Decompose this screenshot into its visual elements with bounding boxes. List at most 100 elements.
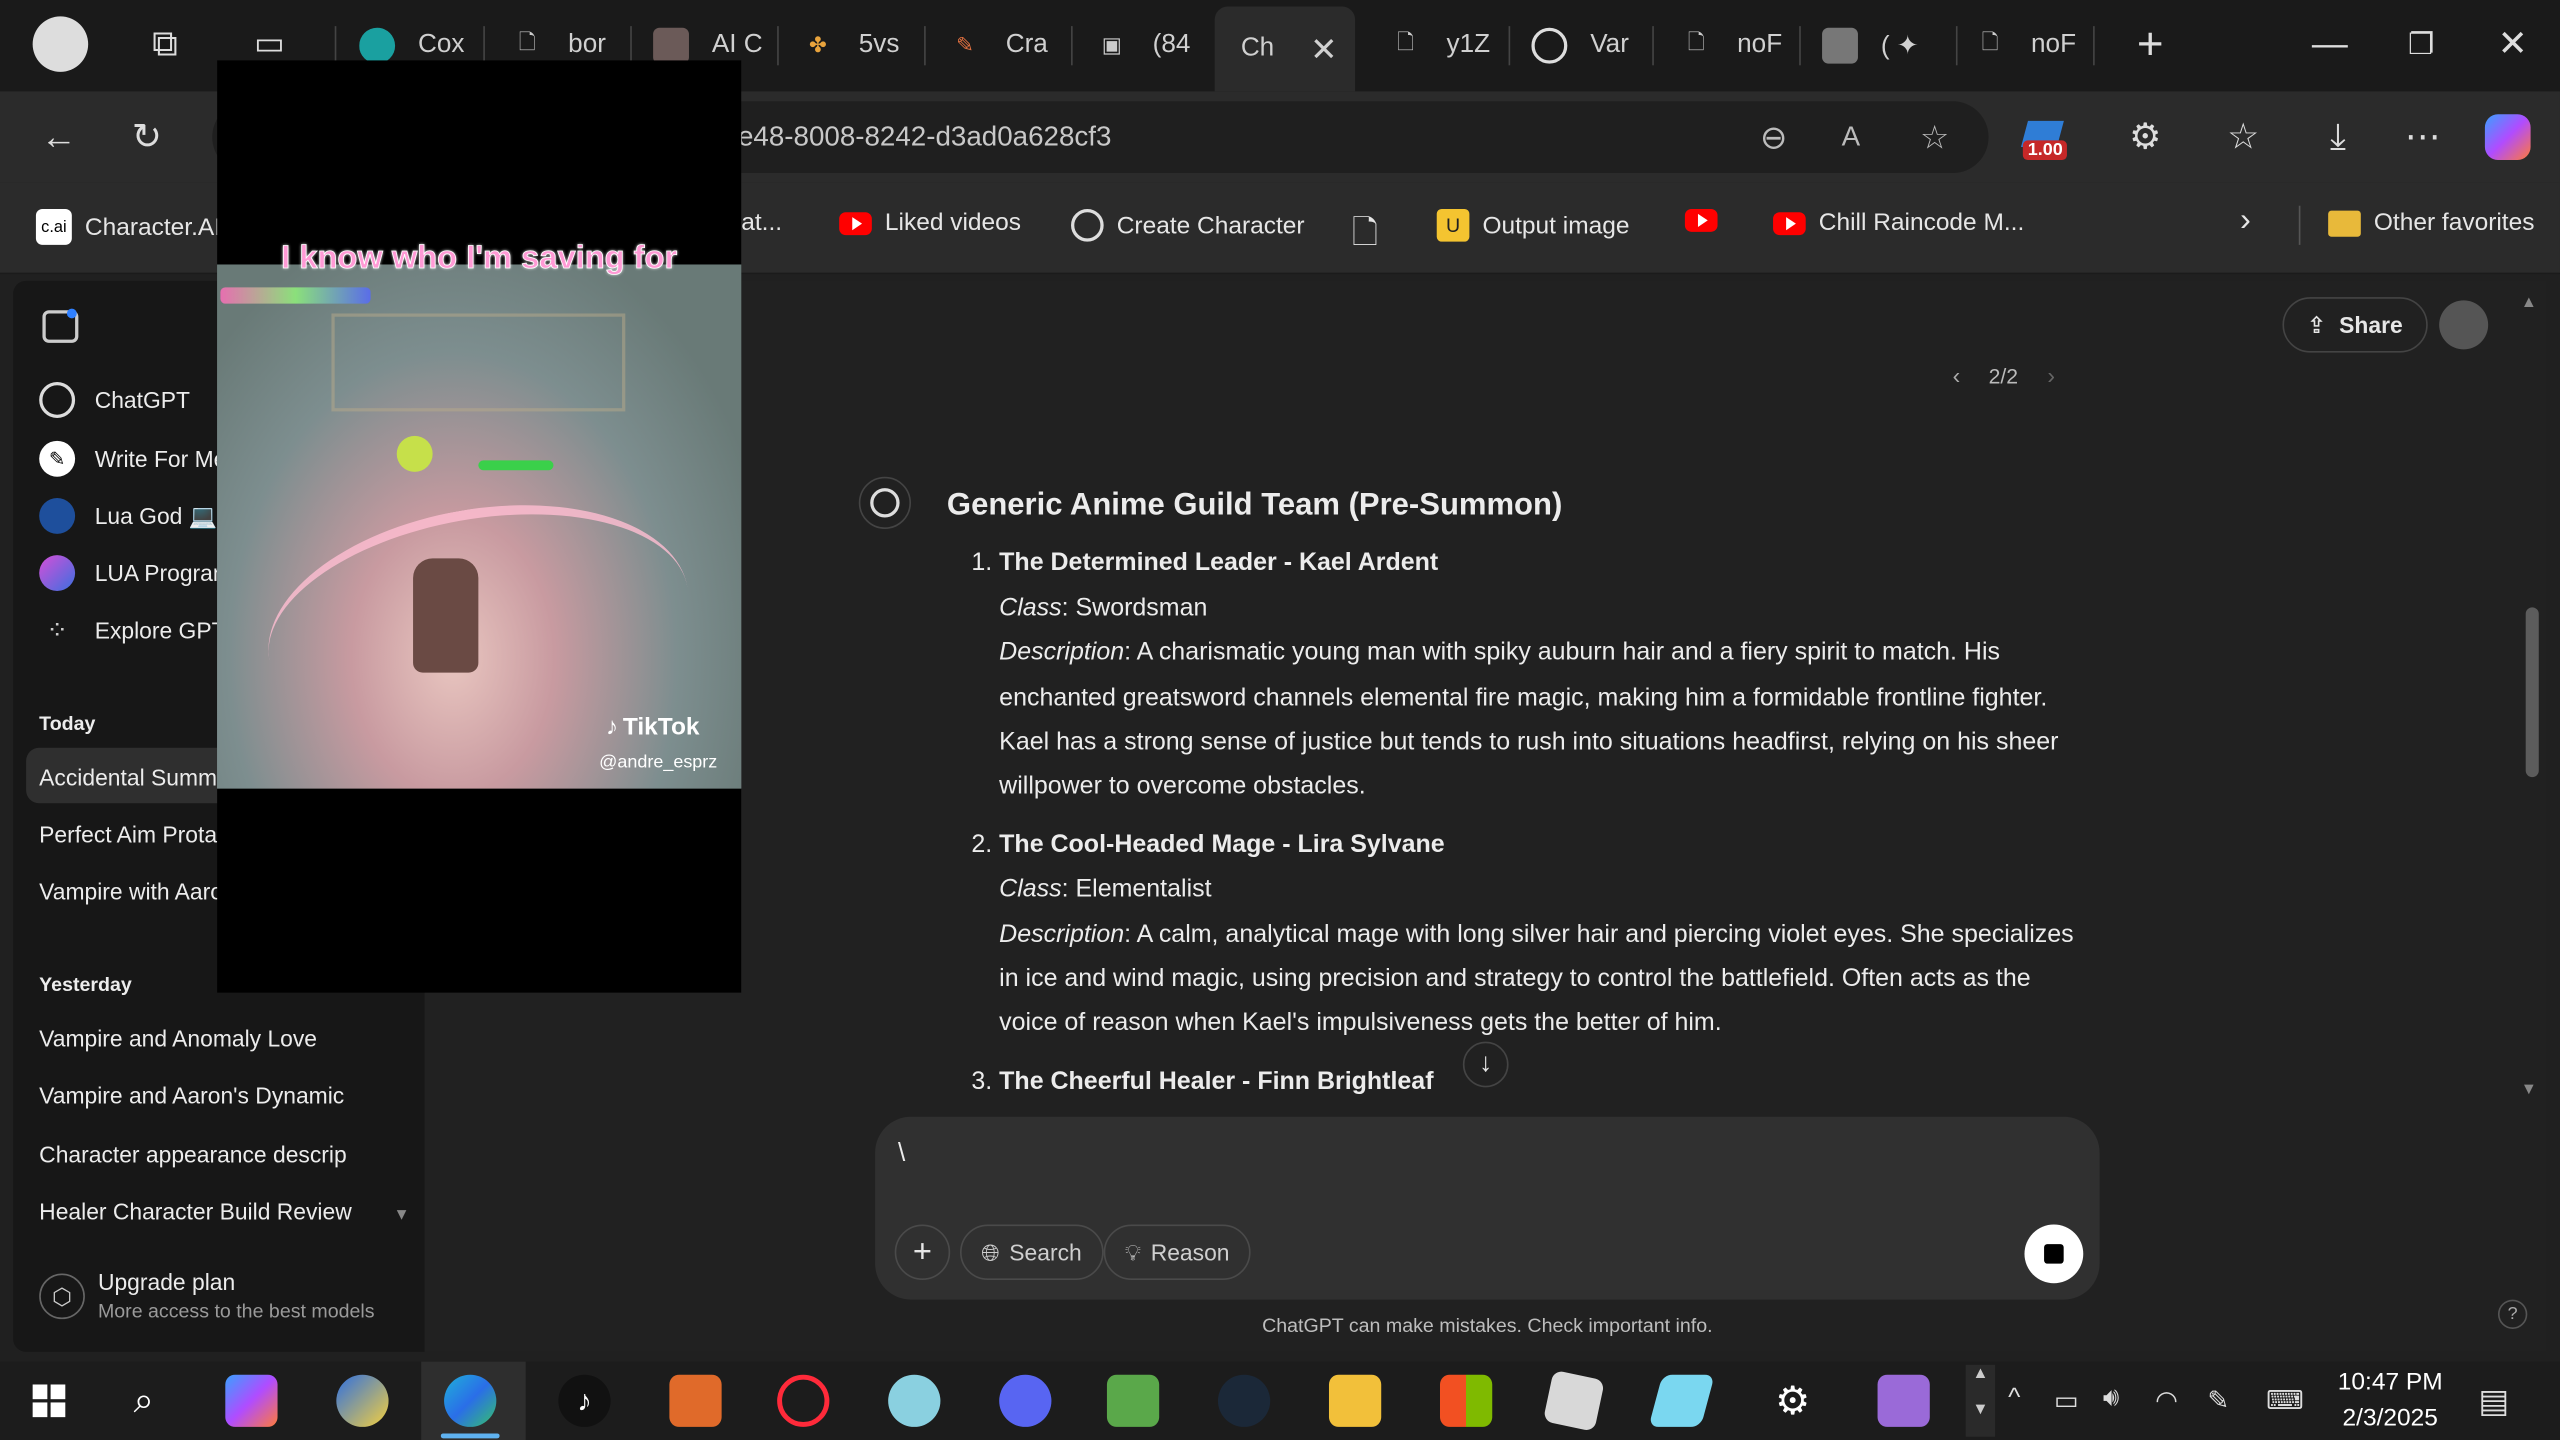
search-icon[interactable]: ⌕	[118, 1375, 170, 1427]
restore-button[interactable]: ❐	[2397, 20, 2446, 69]
scroll-down-icon[interactable]: ▼	[393, 1207, 409, 1225]
tab-5[interactable]: ✎ Cra	[947, 13, 1058, 78]
discord-icon[interactable]	[999, 1374, 1052, 1427]
tab-6[interactable]: ▣ (84	[1094, 13, 1208, 78]
scrollbar-thumb[interactable]	[2525, 607, 2539, 778]
roblox-studio-icon[interactable]	[1648, 1374, 1715, 1427]
new-tab-button[interactable]: +	[2126, 19, 2175, 69]
copilot-icon[interactable]	[2484, 114, 2531, 160]
next-response-chevron-icon[interactable]: ›	[2047, 362, 2055, 388]
scroll-to-bottom-button[interactable]: ↓	[1462, 1041, 1509, 1088]
store-icon[interactable]	[1439, 1374, 1493, 1427]
share-button[interactable]: ⇪ Share	[2282, 297, 2428, 353]
wifi-icon[interactable]: ◠	[2155, 1384, 2178, 1417]
close-window-button[interactable]: ✕	[2488, 20, 2537, 69]
upgrade-plan-link[interactable]: Upgrade plan	[98, 1269, 235, 1295]
close-tab-icon[interactable]: ✕	[1310, 29, 1337, 70]
search-button[interactable]: 🌐︎ Search	[959, 1224, 1103, 1280]
favorite-character-ai[interactable]: c.ai Character.AI	[35, 208, 221, 245]
minimize-button[interactable]: —	[2305, 20, 2354, 69]
roblox-icon[interactable]	[1542, 1369, 1605, 1432]
copilot-app-icon[interactable]	[225, 1374, 278, 1427]
assistant-avatar	[858, 476, 912, 529]
app-icon[interactable]	[1106, 1374, 1160, 1427]
favorite-truncated[interactable]: at...	[741, 209, 782, 237]
sidebar-item-lua-program[interactable]: LUA Program	[39, 555, 232, 592]
stop-generating-button[interactable]	[2024, 1224, 2084, 1284]
tiktok-app-icon[interactable]: ♪	[558, 1374, 611, 1427]
clock-date[interactable]: 2/3/2025	[2318, 1404, 2462, 1432]
tab-9[interactable]: Var	[1531, 13, 1639, 78]
favorite-youtube[interactable]	[1684, 208, 1731, 232]
help-button[interactable]: ?	[2497, 1299, 2528, 1329]
edge-icon[interactable]	[444, 1374, 497, 1427]
tab-label: Var	[1590, 31, 1629, 59]
favorite-create-character[interactable]: Create Character	[1071, 208, 1305, 242]
app-icon[interactable]	[1877, 1374, 1930, 1427]
sidebar-item-lua-god[interactable]: Lua God 💻	[39, 497, 217, 534]
back-button[interactable]: ←	[33, 111, 85, 163]
favorite-star-icon[interactable]: ☆	[1920, 118, 1949, 159]
composer[interactable]: \ + 🌐︎ Search 💡︎ Reason	[875, 1116, 2100, 1300]
app-icon[interactable]	[669, 1374, 722, 1427]
sidebar-item-chatgpt[interactable]: ChatGPT	[39, 382, 190, 418]
chat-list-item[interactable]: Healer Character Build Review	[39, 1198, 366, 1224]
clock-time[interactable]: 10:47 PM	[2318, 1368, 2462, 1396]
keyboard-icon[interactable]: ⌨	[2266, 1384, 2304, 1417]
favorite-liked-videos[interactable]: Liked videos	[839, 209, 1021, 237]
app-icon[interactable]	[336, 1374, 389, 1427]
favorite-chill-raincode[interactable]: Chill Raincode M...	[1773, 209, 2024, 237]
tab-4[interactable]: ✤ 5vs	[800, 13, 911, 78]
tab-8[interactable]: 🗋 y1Z	[1388, 13, 1502, 78]
taskbar-scroll[interactable]: ▲ ▼	[1965, 1364, 1996, 1437]
scroll-up-arrow[interactable]: ▲	[2521, 294, 2537, 312]
read-aloud-icon[interactable]: A	[1842, 121, 1861, 154]
favorite-document[interactable]: 🗋	[1352, 209, 1378, 265]
tab-12[interactable]: 🗋 noF	[1972, 13, 2076, 78]
show-hidden-icons-chevron-icon[interactable]: ^	[2008, 1384, 2020, 1413]
prompt-input[interactable]: \	[898, 1140, 905, 1169]
pen-icon[interactable]: ✎	[2207, 1384, 2229, 1417]
tiktok-video-overlay[interactable]: I know who I'm saving for ♪ TikTok @andre…	[217, 60, 742, 993]
tab-11[interactable]: ( ✦	[1822, 13, 1953, 78]
opera-icon[interactable]	[777, 1374, 830, 1427]
sidebar-item-write-for-me[interactable]: ✎ Write For Me	[39, 440, 226, 477]
document-icon: 🗋	[518, 29, 536, 54]
file-explorer-icon[interactable]	[1328, 1374, 1382, 1427]
tab-10[interactable]: 🗋 noF	[1678, 13, 1782, 78]
sidebar-item-explore-gpts[interactable]: ⁘ Explore GPTs	[39, 612, 234, 648]
app-icon[interactable]	[888, 1374, 941, 1427]
more-menu-icon[interactable]: ⋯	[2397, 111, 2449, 163]
url-text[interactable]: e48-8008-8242-d3ad0a628cf3	[738, 121, 1111, 154]
favorite-other-favorites[interactable]: Other favorites	[2328, 209, 2534, 237]
chat-list-item[interactable]: Vampire and Aaron's Dynamic	[39, 1082, 366, 1108]
roblox-icon	[1822, 27, 1858, 64]
user-avatar[interactable]	[2439, 300, 2489, 350]
steam-icon[interactable]	[1217, 1374, 1271, 1427]
attach-button[interactable]: +	[894, 1224, 951, 1280]
start-button[interactable]	[23, 1375, 75, 1427]
tab-label: 5vs	[858, 31, 900, 59]
battery-icon[interactable]: ▭	[2054, 1384, 2079, 1417]
volume-icon[interactable]: 🔊︎	[2103, 1384, 2119, 1413]
tab-active[interactable]: Ch ✕	[1214, 6, 1356, 92]
scroll-down-arrow[interactable]: ▼	[2521, 1081, 2537, 1099]
notification-center-icon[interactable]: ▤	[2478, 1381, 2509, 1422]
favorites-overflow-chevron-icon[interactable]: ›	[2240, 202, 2251, 240]
youtube-icon	[839, 211, 872, 235]
reason-button[interactable]: 💡︎ Reason	[1103, 1224, 1251, 1280]
extensions-icon[interactable]: ⚙	[2119, 111, 2171, 163]
favorite-output-image[interactable]: U Output image	[1436, 208, 1629, 242]
downloads-icon[interactable]: ⤓	[2312, 111, 2364, 163]
lightbulb-icon: 💡︎	[1124, 1238, 1141, 1265]
favorites-icon[interactable]: ☆	[2217, 111, 2269, 163]
workspaces-icon[interactable]: ⧉	[140, 20, 189, 69]
stop-icon	[2044, 1244, 2064, 1264]
refresh-button[interactable]: ↻	[121, 111, 173, 163]
zoom-icon[interactable]: ⊖	[1760, 118, 1787, 159]
settings-gear-icon[interactable]: ⚙	[1767, 1375, 1819, 1427]
prev-response-chevron-icon[interactable]: ‹	[1953, 362, 1961, 388]
chat-list-item[interactable]: Vampire and Anomaly Love	[39, 1025, 398, 1051]
chat-list-item[interactable]: Character appearance descrip	[39, 1141, 366, 1167]
profile-avatar[interactable]	[32, 16, 89, 72]
